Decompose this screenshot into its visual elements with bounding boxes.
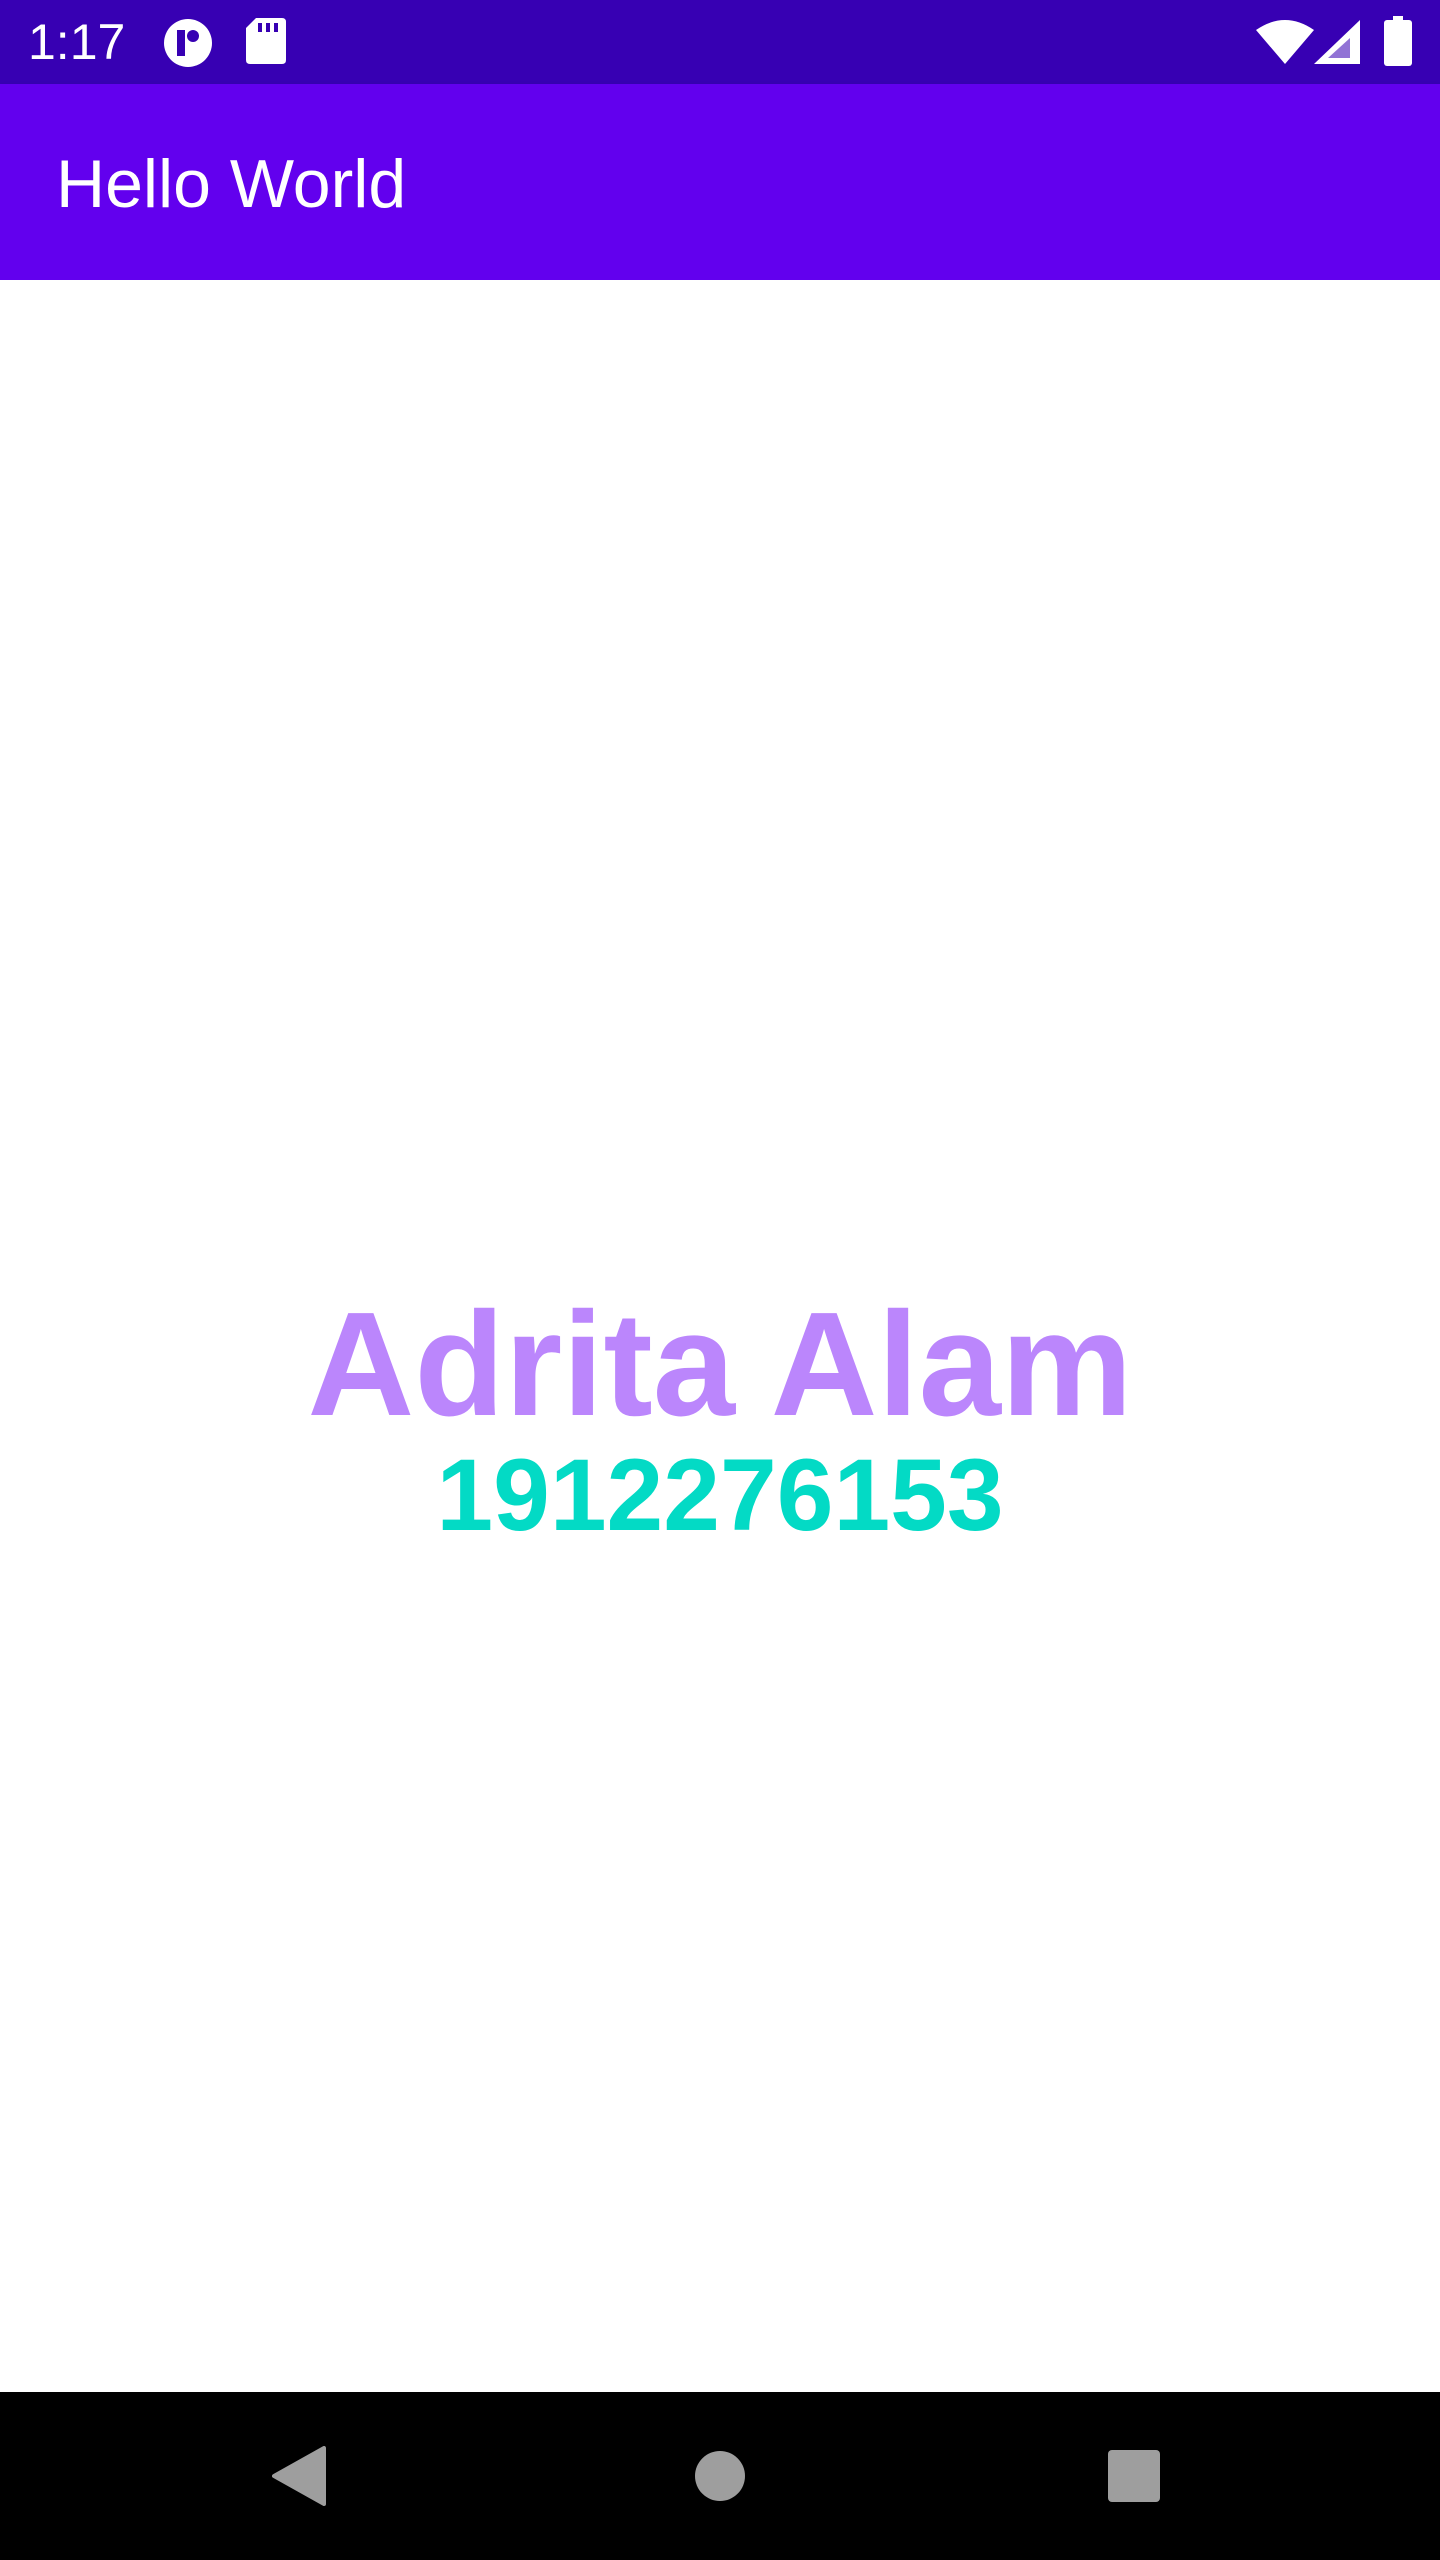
back-icon[interactable] <box>272 2446 326 2506</box>
battery-icon <box>1384 16 1412 66</box>
wifi-icon <box>1256 20 1314 64</box>
main-content: Adrita Alam 1912276153 <box>0 280 1440 2392</box>
app-title: Hello World <box>56 146 407 222</box>
student-id-text: 1912276153 <box>436 1438 1004 1552</box>
name-text: Adrita Alam <box>307 1282 1133 1447</box>
home-icon[interactable] <box>694 2450 746 2502</box>
recents-icon[interactable] <box>1108 2450 1160 2502</box>
cell-signal-icon <box>1314 20 1360 64</box>
sd-card-icon <box>246 18 286 64</box>
status-bar: 1:17 <box>0 0 1440 84</box>
navigation-bar <box>0 2392 1440 2560</box>
app-notification-icon <box>164 19 212 67</box>
app-bar: Hello World <box>0 84 1440 280</box>
status-time: 1:17 <box>28 14 126 70</box>
